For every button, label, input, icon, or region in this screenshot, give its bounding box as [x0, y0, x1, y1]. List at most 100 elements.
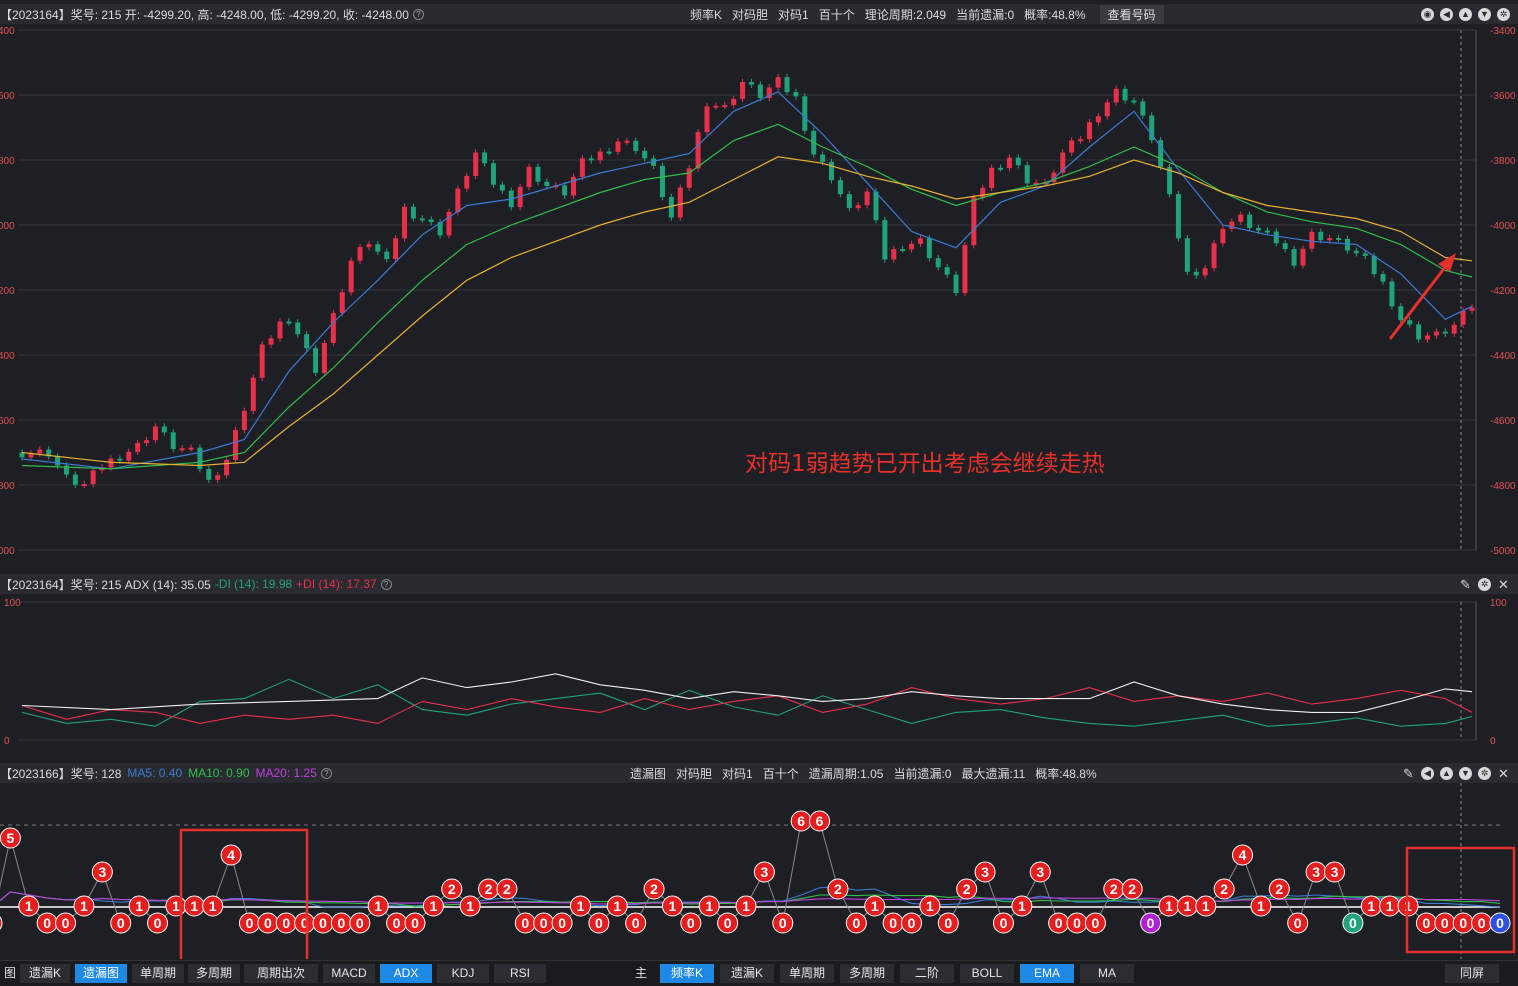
miss-marker-label: 0	[1349, 915, 1357, 931]
candle-body	[980, 187, 986, 198]
help-icon[interactable]: ?	[412, 8, 424, 20]
candle-body	[1131, 100, 1137, 103]
tab-single-period[interactable]: 单周期	[132, 964, 184, 983]
y-tick-right: -4200	[1490, 286, 1516, 297]
miss-marker-label: 0	[246, 915, 254, 931]
candle-body	[1291, 249, 1297, 266]
view-numbers-button[interactable]: 查看号码	[1099, 4, 1164, 24]
candle-body	[1202, 268, 1208, 276]
adx-info: 【2023164】奖号: 215 ADX (14): 35.05	[0, 577, 211, 592]
miss-header-item: 当前遗漏:0	[893, 766, 952, 781]
y-tick-right: -3400	[1490, 26, 1516, 37]
miss-marker-label: 0	[1055, 915, 1063, 931]
settings-icon[interactable]: ✲	[1497, 7, 1510, 21]
candle-body	[695, 132, 701, 169]
candle-body	[410, 206, 416, 219]
arrow-down-icon[interactable]: ▼	[1478, 7, 1491, 21]
adx-chart[interactable]: 100 100 0 0	[0, 594, 1518, 760]
close-icon[interactable]: ✕	[1497, 767, 1510, 780]
miss-marker-label: 1	[613, 898, 621, 914]
candle-body	[713, 105, 719, 108]
y-tick-right: 100	[1490, 598, 1507, 609]
candle-body	[740, 82, 746, 99]
settings-icon[interactable]: ✲	[1478, 577, 1491, 591]
miss-marker-label: 0	[889, 915, 897, 931]
tab-period-count[interactable]: 周期出次	[244, 964, 318, 983]
arrow-up-icon[interactable]: ▲	[1440, 766, 1453, 780]
tab-chart[interactable]: 图	[0, 964, 16, 983]
pin-icon[interactable]: ✎	[1402, 767, 1415, 780]
tab-rsi[interactable]: RSI	[494, 964, 546, 983]
di-minus-label: -DI (14): 19.98	[214, 577, 293, 591]
candle-body	[873, 191, 879, 221]
candle-body	[944, 267, 950, 275]
y-tick-right: -4400	[1490, 351, 1516, 362]
candle-body	[837, 180, 843, 195]
candle-body	[1380, 274, 1386, 282]
ma20-label: MA20: 1.25	[255, 766, 317, 780]
miss-marker-label: 0	[724, 915, 732, 931]
y-tick-right: -4600	[1490, 416, 1516, 427]
sync-screen-button[interactable]: 同屏	[1445, 964, 1499, 983]
tab-main-chart[interactable]: 主图	[622, 964, 660, 986]
arrow-down-icon[interactable]: ▼	[1459, 766, 1472, 780]
miss-marker-label: 1	[1165, 898, 1173, 914]
tab-second-order[interactable]: 二阶	[900, 964, 954, 983]
pin-icon[interactable]: ✎	[1459, 578, 1472, 591]
arrow-up-icon[interactable]: ▲	[1459, 7, 1472, 21]
candle-body	[117, 458, 123, 461]
candle-body	[1086, 122, 1092, 140]
candle-body	[1327, 238, 1333, 241]
settings-icon[interactable]: ✲	[1478, 766, 1491, 780]
miss-marker-label: 2	[834, 881, 842, 897]
candle-body	[633, 140, 639, 151]
tab-multi-period-main[interactable]: 多周期	[840, 964, 894, 983]
candle-body	[526, 166, 532, 187]
tab-ma[interactable]: MA	[1080, 964, 1134, 983]
tab-miss-chart[interactable]: 遗漏图	[75, 964, 127, 983]
candle-body	[330, 313, 336, 343]
compass-icon[interactable]: ◉	[1421, 7, 1434, 21]
back-icon[interactable]: ◀	[1440, 7, 1453, 21]
miss-header-item: 概率:48.8%	[1035, 766, 1097, 781]
candle-body	[1256, 227, 1262, 231]
tab-multi-period[interactable]: 多周期	[188, 964, 240, 983]
tab-macd[interactable]: MACD	[323, 964, 375, 983]
back-icon[interactable]: ◀	[1421, 766, 1434, 780]
candle-body	[1184, 238, 1190, 272]
candle-body	[72, 474, 78, 485]
tab-adx[interactable]: ADX	[380, 964, 432, 983]
candle-body	[428, 219, 434, 223]
tab-single-period-main[interactable]: 单周期	[780, 964, 834, 983]
candle-body	[135, 443, 141, 452]
miss-marker-label: 1	[374, 898, 382, 914]
main-header-item: 频率K	[690, 7, 723, 22]
tab-miss-k-main[interactable]: 遗漏K	[720, 964, 774, 983]
tab-kdj[interactable]: KDJ	[437, 964, 489, 983]
tab-ema[interactable]: EMA	[1020, 964, 1074, 983]
y-tick-left: 600	[0, 91, 15, 102]
main-candlestick-chart[interactable]: -3400 400 -3600 600 -3800 800 -4000 000 -4200 200…	[0, 24, 1518, 572]
candle-body	[989, 167, 995, 188]
candle-body	[295, 322, 301, 335]
tab-miss-k[interactable]: 遗漏K	[20, 964, 70, 983]
di-plus-label: +DI (14): 17.37	[296, 577, 377, 591]
help-icon[interactable]: ?	[380, 578, 392, 590]
miss-chart[interactable]: 0510013010111400000001001212200010102101…	[0, 783, 1518, 959]
candle-body	[490, 163, 496, 185]
candle-body	[482, 152, 488, 164]
candle-body	[1389, 281, 1395, 307]
miss-marker-label: 0	[411, 915, 419, 931]
help-icon[interactable]: ?	[320, 767, 332, 779]
miss-marker-label: 6	[816, 813, 824, 829]
candle-body	[1336, 238, 1342, 240]
miss-marker-label: 3	[1331, 864, 1339, 880]
close-icon[interactable]: ✕	[1497, 578, 1510, 591]
candle-body	[926, 238, 932, 259]
candle-body	[1469, 307, 1475, 311]
tab-boll[interactable]: BOLL	[960, 964, 1014, 983]
candle-body	[1122, 88, 1128, 101]
miss-marker-label: 1	[1183, 898, 1191, 914]
y-tick-left: 600	[0, 416, 15, 427]
tab-freq-k[interactable]: 频率K	[660, 964, 714, 983]
